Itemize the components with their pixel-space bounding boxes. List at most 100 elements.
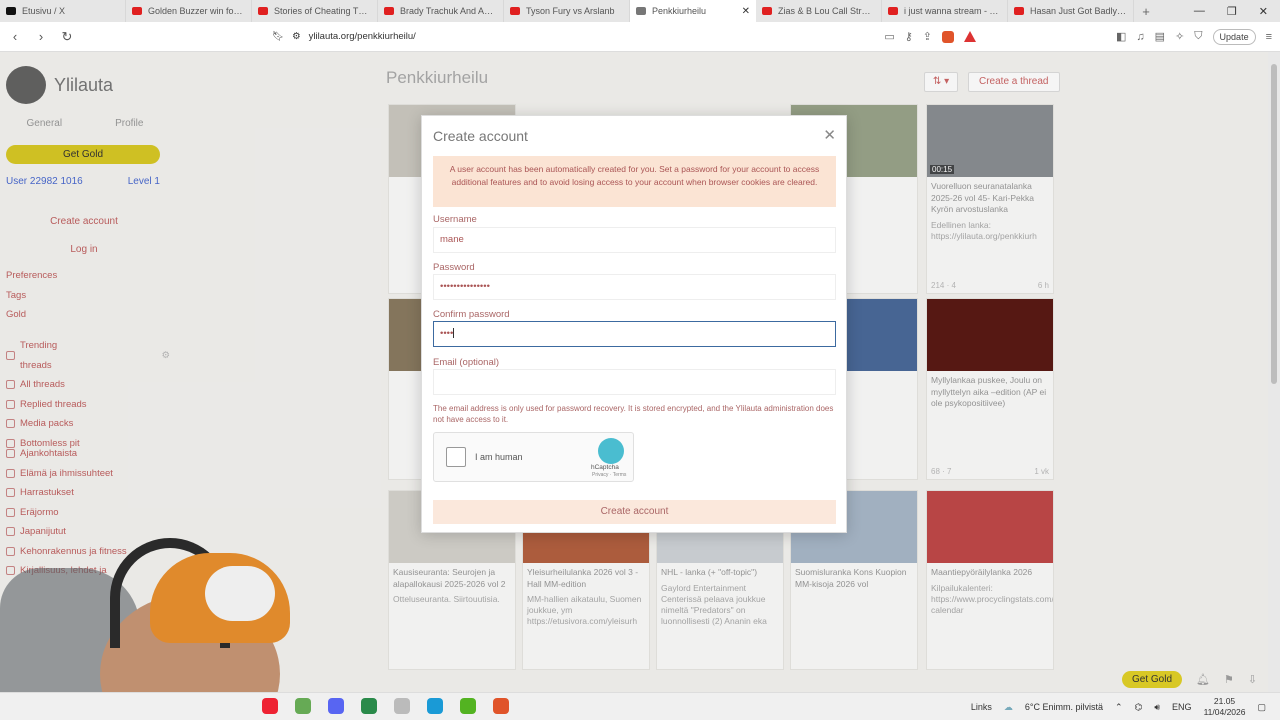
clock[interactable]: 21.05 11/04/2026 bbox=[1204, 696, 1246, 718]
links-toolbar[interactable]: Links bbox=[971, 702, 992, 712]
browser-tab[interactable]: Stories of Cheating That A bbox=[252, 0, 378, 22]
menu-icon[interactable]: ≡ bbox=[1266, 31, 1272, 43]
float-get-gold-button[interactable]: Get Gold bbox=[1122, 671, 1183, 688]
tab-favicon-icon bbox=[762, 7, 772, 15]
account-notice: A user account has been automatically cr… bbox=[433, 156, 836, 207]
tab-label: Hasan Just Got Badly Exp bbox=[1030, 6, 1127, 16]
new-tab-button[interactable]: + bbox=[1134, 4, 1158, 19]
username-field[interactable]: mane bbox=[433, 227, 836, 253]
minimize-icon[interactable]: — bbox=[1194, 5, 1205, 18]
windows-taskbar: Links ☁ 6°C Enimm. pilvistä ⌃ ⌬ 🔊︎ ENG 2… bbox=[0, 692, 1280, 720]
tab-favicon-icon bbox=[1014, 7, 1024, 15]
floating-gold-bar: Get Gold 🔔︎ ⚑ ⇩ bbox=[1122, 671, 1257, 688]
bookmark-icon[interactable]: 🔖︎ bbox=[272, 31, 284, 42]
tab-favicon-icon bbox=[636, 7, 646, 15]
toolbar-icons: ▭ ⚷ ⇪ ◧ ♫ ▤ ✧ ⛉ Update ≡ bbox=[884, 28, 1272, 45]
network-icon[interactable]: ⌬ bbox=[1135, 702, 1143, 713]
close-icon[interactable]: ✕ bbox=[823, 126, 836, 144]
extensions-icon[interactable]: ✧ bbox=[1175, 30, 1184, 43]
password-label: Password bbox=[433, 262, 475, 273]
app-icon[interactable] bbox=[295, 698, 311, 714]
back-icon[interactable]: ‹ bbox=[8, 29, 22, 44]
browser-tab[interactable]: i just wanna stream - You bbox=[882, 0, 1008, 22]
captcha-brand: hCaptcha bbox=[591, 464, 619, 471]
edge-icon[interactable] bbox=[427, 698, 443, 714]
tab-label: Golden Buzzer win for Tei bbox=[148, 6, 245, 16]
create-account-button[interactable]: Create account bbox=[433, 500, 836, 524]
clock-date: 11/04/2026 bbox=[1203, 707, 1246, 717]
tab-favicon-icon bbox=[258, 7, 268, 15]
tab-favicon-icon bbox=[888, 7, 898, 15]
tab-close-icon[interactable]: ✕ bbox=[742, 6, 750, 17]
tab-label: Etusivu / X bbox=[22, 6, 66, 16]
reload-icon[interactable]: ↻ bbox=[60, 29, 74, 45]
browser-tab[interactable]: Hasan Just Got Badly Exp bbox=[1008, 0, 1134, 22]
captcha-label: I am human bbox=[475, 452, 523, 462]
notification-center-icon[interactable]: ▢ bbox=[1257, 702, 1266, 713]
browser-tab-bar: Etusivu / X Golden Buzzer win for Tei Stor… bbox=[0, 0, 1280, 22]
vpn-icon[interactable]: ⛉ bbox=[1194, 30, 1202, 43]
page-scrollbar[interactable] bbox=[1268, 52, 1280, 692]
password-field[interactable]: ••••••••••••••• bbox=[433, 274, 836, 300]
url-text: ylilauta.org/penkkiurheilu/ bbox=[308, 31, 416, 42]
confirm-password-label: Confirm password bbox=[433, 309, 510, 320]
taskbar-apps bbox=[262, 698, 509, 714]
reading-list-icon[interactable]: ▤ bbox=[1155, 30, 1165, 43]
email-field[interactable] bbox=[433, 369, 836, 395]
bookmark-float-icon[interactable]: ⚑ bbox=[1224, 673, 1234, 686]
brave-shields-icon[interactable] bbox=[942, 30, 955, 43]
scrollbar-thumb[interactable] bbox=[1271, 64, 1277, 384]
cast-icon[interactable]: ▭ bbox=[884, 30, 894, 43]
tab-label: Penkkiurheilu bbox=[652, 6, 707, 16]
captcha-checkbox[interactable] bbox=[446, 447, 466, 467]
brave-rewards-icon[interactable] bbox=[964, 31, 977, 42]
tray-overflow-icon[interactable]: ⌃ bbox=[1115, 702, 1123, 713]
brave-icon[interactable] bbox=[493, 698, 509, 714]
tab-label: Zias & B Lou Call Streame bbox=[778, 6, 875, 16]
restore-icon[interactable]: ❐ bbox=[1227, 5, 1237, 18]
system-tray: Links ☁ 6°C Enimm. pilvistä ⌃ ⌬ 🔊︎ ENG 2… bbox=[971, 693, 1266, 720]
url-field[interactable]: 🔖︎ ⚙︎ ylilauta.org/penkkiurheilu/ bbox=[272, 31, 416, 42]
webcam-cap-logo bbox=[205, 566, 275, 621]
username-label: Username bbox=[433, 214, 477, 225]
volume-icon[interactable]: 🔊︎ bbox=[1154, 702, 1160, 713]
tab-label: Tyson Fury vs Arslanb bbox=[526, 6, 615, 16]
weather-text[interactable]: 6°C Enimm. pilvistä bbox=[1025, 702, 1103, 712]
confirm-password-field[interactable]: •••• bbox=[433, 321, 836, 347]
address-bar: ‹ › ↻ 🔖︎ ⚙︎ ylilauta.org/penkkiurheilu/ … bbox=[0, 22, 1280, 52]
browser-tab[interactable]: Brady Trachuk And Ander bbox=[378, 0, 504, 22]
hcaptcha-widget: I am human hCaptcha Privacy · Terms bbox=[433, 432, 634, 482]
app-icon[interactable] bbox=[361, 698, 377, 714]
tab-label: Stories of Cheating That A bbox=[274, 6, 371, 16]
update-button[interactable]: Update bbox=[1212, 28, 1256, 45]
window-controls: — ❐ ✕ bbox=[1194, 5, 1280, 18]
confirm-password-value: •••• bbox=[440, 328, 454, 339]
browser-tab[interactable]: Tyson Fury vs Arslanb bbox=[504, 0, 630, 22]
email-note: The email address is only used for passw… bbox=[433, 404, 834, 424]
site-info-icon[interactable]: ⚙︎ bbox=[292, 31, 301, 42]
key-icon[interactable]: ⚷ bbox=[905, 30, 913, 43]
dialog-title: Create account bbox=[433, 128, 528, 144]
language-indicator[interactable]: ENG bbox=[1172, 702, 1192, 712]
opera-icon[interactable] bbox=[262, 698, 278, 714]
browser-tab[interactable]: Etusivu / X bbox=[0, 0, 126, 22]
browser-tab[interactable]: Golden Buzzer win for Tei bbox=[126, 0, 252, 22]
hcaptcha-logo-icon bbox=[598, 438, 624, 464]
tab-favicon-icon bbox=[6, 7, 16, 15]
steam-icon[interactable] bbox=[394, 698, 410, 714]
forward-icon[interactable]: › bbox=[34, 29, 48, 44]
music-icon[interactable]: ♫ bbox=[1136, 31, 1144, 43]
captcha-links[interactable]: Privacy · Terms bbox=[592, 472, 626, 478]
share-icon[interactable]: ⇪ bbox=[923, 30, 932, 43]
email-label: Email (optional) bbox=[433, 357, 499, 368]
tab-favicon-icon bbox=[384, 7, 394, 15]
browser-tab[interactable]: Zias & B Lou Call Streame bbox=[756, 0, 882, 22]
clock-time: 21.05 bbox=[1213, 696, 1236, 706]
sidebar-toggle-icon[interactable]: ◧ bbox=[1116, 30, 1126, 43]
notifications-icon[interactable]: 🔔︎ bbox=[1196, 673, 1210, 686]
kick-icon[interactable] bbox=[460, 698, 476, 714]
browser-tab[interactable]: Penkkiurheilu ✕ bbox=[630, 0, 756, 22]
download-icon[interactable]: ⇩ bbox=[1248, 673, 1257, 686]
close-window-icon[interactable]: ✕ bbox=[1259, 5, 1268, 18]
discord-icon[interactable] bbox=[328, 698, 344, 714]
